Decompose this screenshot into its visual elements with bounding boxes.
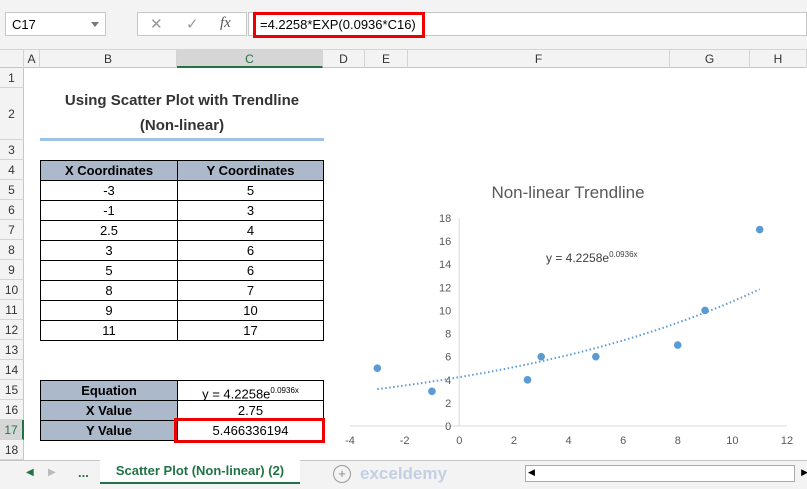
data-point	[428, 387, 436, 396]
x-tick-label: -4	[345, 435, 355, 447]
data-point	[673, 341, 682, 349]
y-tick-label: 14	[439, 259, 451, 271]
trendline-equation: y = 4.2258e0.0936x	[546, 250, 638, 265]
x-tick-label: -2	[400, 435, 410, 447]
y-tick-label: 2	[445, 398, 451, 410]
x-tick-label: 10	[726, 435, 738, 447]
scroll-left-icon[interactable]: ◀	[528, 467, 535, 478]
scatter-chart[interactable]: Non-linear Trendline y = 4.2258e0.0936x …	[0, 0, 807, 460]
data-point	[755, 225, 764, 234]
exceldemy-watermark: exceldemy	[360, 464, 447, 483]
sheet-tab-active[interactable]: Scatter Plot (Non-linear) (2)	[100, 460, 300, 484]
y-tick-label: 0	[445, 421, 451, 433]
x-tick-label: 0	[456, 435, 462, 447]
data-point	[537, 352, 545, 361]
y-tick-label: 6	[445, 352, 451, 364]
data-point	[523, 375, 532, 384]
y-tick-label: 8	[445, 329, 451, 341]
tab-scroll-left-icon[interactable]: ◀	[26, 467, 34, 478]
y-tick-label: 16	[439, 236, 451, 248]
x-tick-label: 12	[781, 435, 793, 447]
add-sheet-button[interactable]: +	[333, 465, 351, 483]
trendline-equation-base: y = 4.2258e	[546, 251, 609, 265]
trendline	[377, 288, 761, 391]
y-tick-label: 12	[439, 282, 451, 294]
x-tick-label: 2	[511, 435, 517, 447]
scroll-right-icon[interactable]: ▶	[801, 467, 807, 478]
data-point	[701, 306, 709, 315]
y-tick-label: 10	[439, 305, 451, 317]
x-tick-label: 6	[620, 435, 626, 447]
trendline-equation-exponent: 0.0936x	[609, 250, 637, 259]
data-point	[592, 352, 600, 361]
data-point	[373, 364, 382, 373]
x-tick-label: 4	[565, 435, 571, 447]
x-tick-label: 8	[675, 435, 681, 447]
y-tick-label: 4	[445, 375, 451, 387]
more-tabs-button[interactable]: ...	[78, 465, 89, 480]
chart-title: Non-linear Trendline	[491, 183, 644, 202]
horizontal-scrollbar[interactable]: ◀ ▶	[525, 465, 807, 482]
tab-scroll-right-icon[interactable]: ▶	[48, 467, 56, 478]
y-tick-label: 18	[439, 213, 451, 225]
